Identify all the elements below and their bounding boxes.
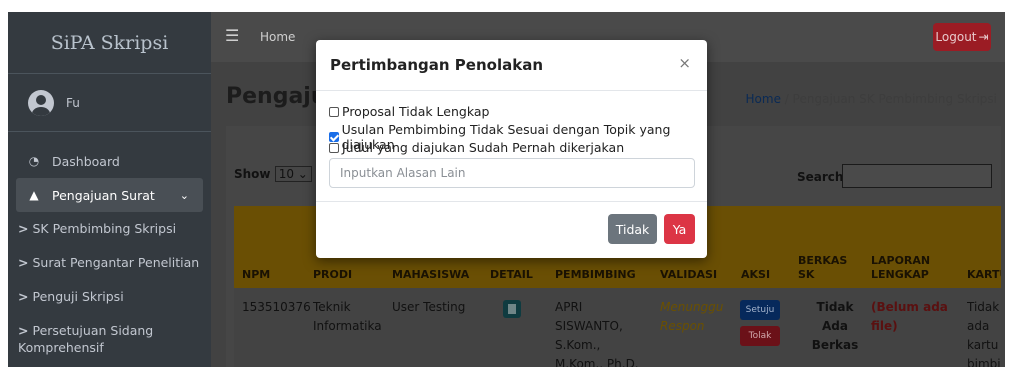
sidebar-subitem-persetujuan-sidang[interactable]: > Persetujuan Sidang Komprehensif xyxy=(8,314,211,364)
chevron-right-icon: > xyxy=(18,289,29,304)
cell-pembimbing: APRI SISWANTO, S.Kom., M.Kom., Ph.D. xyxy=(555,300,639,367)
cell-berkas-sk: Tidak Ada Berkas xyxy=(811,300,859,352)
detail-button[interactable] xyxy=(503,300,521,318)
sidebar-nav: ◔ Dashboard ▲ Pengajuan Surat ⌄ > SK Pem… xyxy=(8,132,211,364)
column-header-kartu-bimbingan[interactable]: KARTU BIMBINGAN SEMINAR xyxy=(967,268,1001,282)
show-entries-select[interactable]: 10 ⌄ xyxy=(274,166,312,182)
column-header-aksi[interactable]: AKSI xyxy=(741,268,770,282)
cell-validasi: Menunggu Respon xyxy=(660,300,724,333)
user-avatar-icon xyxy=(28,89,54,116)
checkbox[interactable] xyxy=(329,142,339,153)
checkbox[interactable] xyxy=(329,106,339,117)
option-label: Judul yang diajukan Sudah Pernah dikerja… xyxy=(342,140,625,155)
ya-button[interactable]: Ya xyxy=(664,214,695,244)
option-judul-pernah-dikerjakan[interactable]: Judul yang diajukan Sudah Pernah dikerja… xyxy=(329,140,624,155)
dashboard-icon: ◔ xyxy=(28,154,40,168)
sidebar: SiPA Skripsi Fu ◔ Dashboard ▲ Pengajuan … xyxy=(8,12,211,367)
sidebar-subitem-sk-pembimbing[interactable]: > SK Pembimbing Skripsi xyxy=(8,212,211,246)
ya-label: Ya xyxy=(672,221,687,237)
cell-mahasiswa: User Testing xyxy=(392,300,466,314)
sidebar-subitem-label: SK Pembimbing Skripsi xyxy=(32,221,177,236)
app-window: SiPA Skripsi Fu ◔ Dashboard ▲ Pengajuan … xyxy=(8,12,1005,367)
navbar-home-link[interactable]: Home xyxy=(260,30,295,44)
search-input[interactable] xyxy=(842,164,992,188)
sidebar-item-label: Dashboard xyxy=(52,153,120,169)
column-header-prodi[interactable]: PRODI xyxy=(313,268,352,282)
show-entries-value: 10 xyxy=(278,167,294,181)
breadcrumb-home-link[interactable]: Home xyxy=(746,92,781,106)
cell-npm: 153510376 xyxy=(242,300,311,314)
sidebar-subitem-label: Persetujuan Sidang xyxy=(32,323,154,338)
other-reason-input[interactable]: Inputkan Alasan Lain xyxy=(329,158,695,188)
option-proposal-tidak-lengkap[interactable]: Proposal Tidak Lengkap xyxy=(329,104,489,119)
sign-out-icon: ⇥ xyxy=(978,30,989,44)
search-label: Search: xyxy=(797,170,849,184)
column-header-pembimbing[interactable]: PEMBIMBING xyxy=(555,268,636,282)
breadcrumb: Home / Pengajuan SK Pembimbing Skripsi xyxy=(746,92,997,106)
other-reason-placeholder: Inputkan Alasan Lain xyxy=(340,166,466,180)
tidak-button[interactable]: Tidak xyxy=(608,214,657,244)
column-header-validasi[interactable]: VALIDASI xyxy=(660,268,717,282)
hamburger-menu-icon[interactable]: ☰ xyxy=(225,26,239,45)
chevron-down-icon: ⌄ xyxy=(179,188,189,202)
sidebar-item-label: Pengajuan Surat xyxy=(52,187,155,203)
logout-button[interactable]: Logout ⇥ xyxy=(933,23,991,51)
user-name: Fu xyxy=(66,95,80,110)
brand-text: SiPA Skripsi xyxy=(50,31,169,54)
tolak-button[interactable]: Tolak xyxy=(740,326,780,346)
brand-link[interactable]: SiPA Skripsi xyxy=(8,12,211,74)
close-icon[interactable]: × xyxy=(678,54,691,72)
breadcrumb-current: Pengajuan SK Pembimbing Skripsi xyxy=(792,92,997,106)
column-header-detail[interactable]: DETAIL xyxy=(490,268,533,282)
setuju-button[interactable]: Setuju xyxy=(740,300,780,320)
column-header-berkas-sk[interactable]: BERKAS SK xyxy=(798,254,858,282)
column-header-npm[interactable]: NPM xyxy=(242,268,270,282)
sidebar-item-pengajuan-surat[interactable]: ▲ Pengajuan Surat ⌄ xyxy=(16,178,203,212)
sidebar-item-dashboard[interactable]: ◔ Dashboard xyxy=(8,144,211,178)
modal-footer-divider xyxy=(316,201,707,202)
cell-kartu: Tidak ada kartu bimbingan xyxy=(967,300,1001,367)
column-header-laporan-lengkap[interactable]: LAPORAN LENGKAP xyxy=(871,254,931,282)
chevron-right-icon: > xyxy=(18,255,29,270)
tidak-label: Tidak xyxy=(615,221,650,237)
modal-header-divider xyxy=(316,90,707,91)
sidebar-subitem-label-line2: Komprehensif xyxy=(18,340,104,355)
chevron-right-icon: > xyxy=(18,221,29,236)
tolak-label: Tolak xyxy=(748,331,772,341)
cell-prodi: Teknik Informatika xyxy=(313,300,382,333)
breadcrumb-separator: / xyxy=(784,92,789,106)
sidebar-subitem-penguji[interactable]: > Penguji Skripsi xyxy=(8,280,211,314)
sidebar-subitem-label: Penguji Skripsi xyxy=(32,289,124,304)
option-label: Proposal Tidak Lengkap xyxy=(342,104,490,119)
column-header-mahasiswa[interactable]: MAHASISWA xyxy=(392,268,469,282)
rejection-modal: Pertimbangan Penolakan × Proposal Tidak … xyxy=(316,40,707,258)
chevron-right-icon: > xyxy=(18,323,29,338)
logout-label: Logout xyxy=(935,30,977,44)
user-panel[interactable]: Fu xyxy=(8,74,211,132)
sidebar-subitem-surat-pengantar[interactable]: > Surat Pengantar Penelitian xyxy=(8,246,211,280)
cell-laporan: (Belum ada file) xyxy=(871,300,948,333)
show-entries-label: Show xyxy=(234,167,271,181)
table-row: 153510376 Teknik Informatika User Testin… xyxy=(234,288,1001,367)
graduation-cap-icon: ▲ xyxy=(29,188,39,202)
sidebar-subitem-label: Surat Pengantar Penelitian xyxy=(32,255,200,270)
setuju-label: Setuju xyxy=(745,305,775,315)
sidebar-subitem-text: > Persetujuan Sidang Komprehensif xyxy=(18,322,153,356)
modal-title: Pertimbangan Penolakan xyxy=(330,56,543,74)
